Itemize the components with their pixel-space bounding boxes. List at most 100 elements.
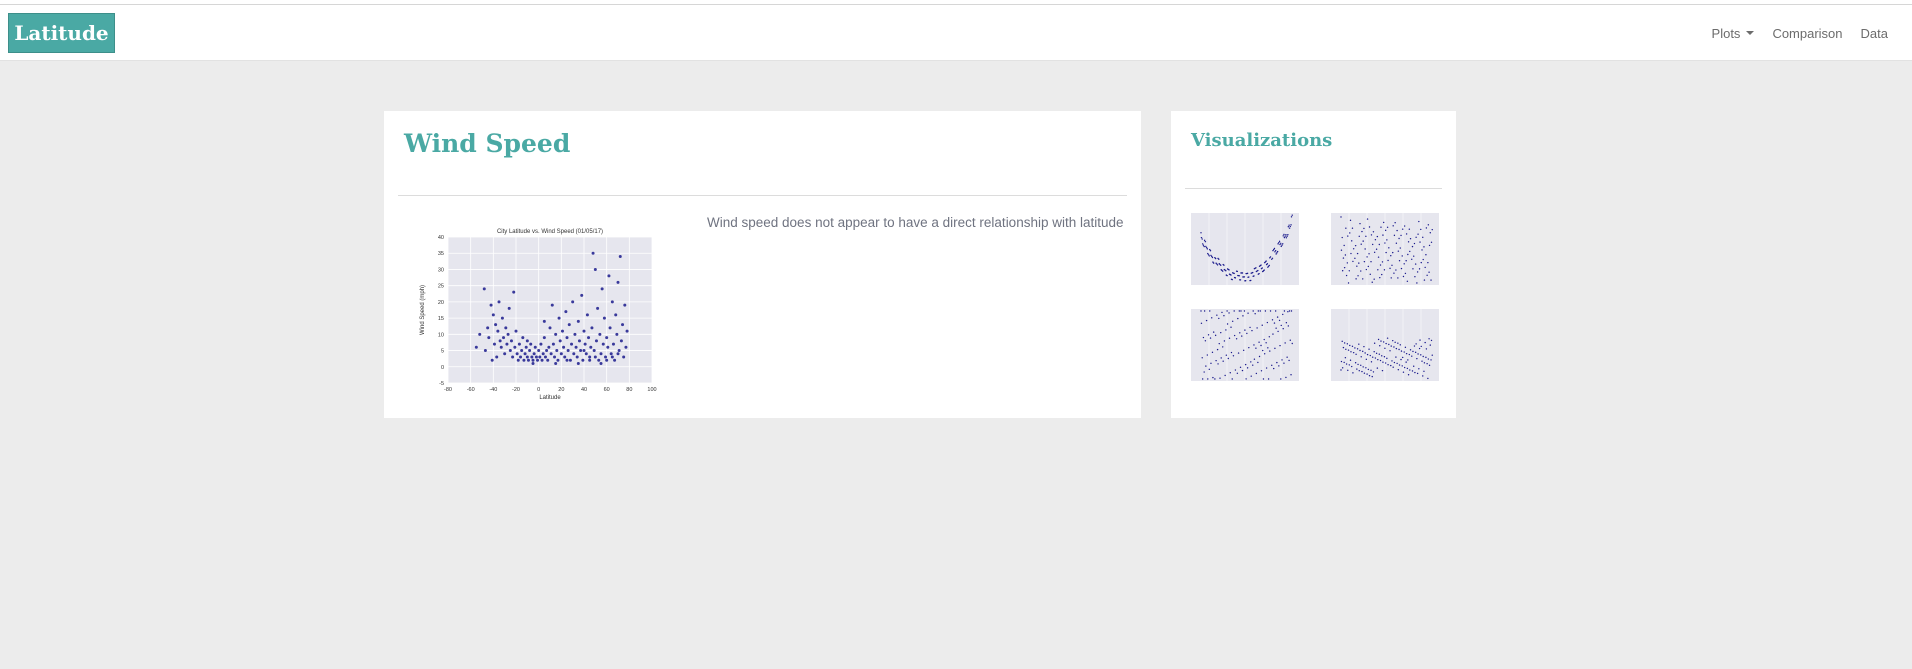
thumbnail-point (1411, 370, 1414, 372)
thumbnail-point (1209, 337, 1212, 339)
thumbnail-point (1285, 376, 1287, 379)
thumbnail-point (1202, 244, 1205, 246)
data-point (615, 332, 619, 336)
thumbnail-point (1422, 258, 1424, 261)
thumbnail-point (1357, 275, 1359, 277)
thumbnail-point (1250, 375, 1252, 377)
thumbnail-point (1232, 355, 1235, 357)
thumbnail-point (1291, 342, 1293, 345)
thumbnail-point (1383, 356, 1386, 358)
thumbnail-point (1239, 279, 1241, 281)
humidity-plot-thumbnail[interactable] (1323, 207, 1441, 291)
temperature-plot-thumbnail[interactable] (1183, 207, 1301, 291)
thumbnail-point (1430, 279, 1432, 281)
thumbnail-point (1347, 369, 1349, 372)
thumbnail-point (1282, 235, 1284, 237)
thumbnail-point (1258, 355, 1261, 358)
thumbnail-point (1246, 332, 1248, 335)
thumbnail-point (1261, 270, 1264, 273)
thumbnail-point (1419, 339, 1421, 341)
thumbnail-point (1390, 277, 1392, 279)
wind-speed-plot-thumbnail[interactable] (1323, 303, 1441, 387)
nav-plots-label: Plots (1711, 25, 1741, 41)
data-point (604, 355, 608, 359)
thumbnail-point (1362, 366, 1364, 368)
thumbnail-point (1346, 343, 1349, 345)
thumbnail-point (1252, 310, 1254, 312)
thumbnail-point (1347, 282, 1350, 284)
thumbnail-point (1278, 241, 1280, 244)
thumbnail-point (1372, 371, 1375, 373)
data-point (584, 352, 588, 356)
thumbnail-point (1204, 340, 1207, 342)
thumbnail-point (1416, 282, 1418, 284)
thumbnail-point (1220, 357, 1222, 359)
thumbnail-point (1257, 310, 1260, 312)
thumbnail-point (1363, 260, 1366, 263)
thumbnail-point (1225, 354, 1228, 356)
thumbnail-point (1358, 343, 1360, 345)
thumbnail-point (1402, 275, 1405, 278)
thumbnail-point (1409, 369, 1411, 371)
cloudiness-plot-thumbnail[interactable] (1183, 303, 1301, 387)
nav-plots-dropdown[interactable]: Plots (1712, 26, 1755, 41)
thumbnail-point (1382, 361, 1384, 363)
thumbnail-point (1201, 357, 1203, 359)
thumbnail-point (1393, 272, 1395, 274)
thumbnail-point (1348, 364, 1350, 366)
thumbnail-point (1391, 360, 1393, 362)
thumbnail-point (1359, 349, 1361, 352)
thumbnail-point (1374, 357, 1377, 359)
thumbnail-point (1212, 261, 1214, 263)
thumbnail-point (1226, 310, 1228, 312)
thumbnail-point (1345, 363, 1348, 365)
thumbnail-point (1415, 343, 1417, 345)
nav-comparison-link[interactable]: Comparison (1772, 26, 1842, 41)
data-point (555, 349, 559, 353)
thumbnail-point (1222, 346, 1224, 348)
thumbnail-point (1420, 354, 1422, 356)
thumbnail-point (1246, 367, 1249, 369)
thumbnail-point (1414, 263, 1417, 265)
thumbnail-point (1397, 277, 1399, 279)
thumbnail-point (1274, 251, 1276, 253)
brand-logo[interactable]: Latitude (8, 13, 115, 53)
thumbnail-point (1220, 331, 1222, 334)
y-tick-label: 40 (438, 235, 444, 241)
data-point (553, 355, 557, 359)
thumbnail-point (1274, 310, 1277, 312)
nav-data-link[interactable]: Data (1861, 26, 1888, 41)
data-point (497, 300, 501, 304)
thumbnail-point (1384, 347, 1386, 349)
thumbnail-point (1392, 251, 1394, 254)
thumbnail-point (1289, 225, 1291, 228)
thumbnail-point (1212, 376, 1214, 379)
data-point (519, 355, 523, 359)
thumbnail-point (1373, 342, 1376, 344)
data-point (591, 251, 595, 255)
data-point (509, 339, 513, 343)
thumbnail-point (1393, 361, 1396, 364)
data-point (521, 336, 525, 340)
data-point (487, 336, 491, 340)
thumbnail-point (1207, 334, 1210, 336)
thumbnail-point (1362, 240, 1364, 242)
thumbnail-point (1381, 355, 1383, 357)
thumbnail-point (1405, 260, 1407, 262)
thumbnail-point (1243, 310, 1246, 312)
thumbnail-point (1364, 352, 1366, 354)
thumbnail-point (1367, 368, 1370, 371)
thumbnail-point (1365, 235, 1367, 238)
thumbnail-point (1360, 364, 1362, 366)
thumbnail-point (1371, 281, 1373, 283)
data-point (526, 358, 530, 362)
data-point (564, 310, 568, 314)
thumbnail-point (1272, 333, 1274, 335)
thumbnail-point (1418, 220, 1420, 223)
thumbnail-point (1392, 225, 1394, 227)
data-point (504, 326, 508, 330)
thumbnail-point (1349, 232, 1351, 234)
thumbnail-point (1203, 239, 1206, 242)
thumbnail-point (1422, 375, 1424, 377)
thumbnail-point (1380, 340, 1382, 342)
